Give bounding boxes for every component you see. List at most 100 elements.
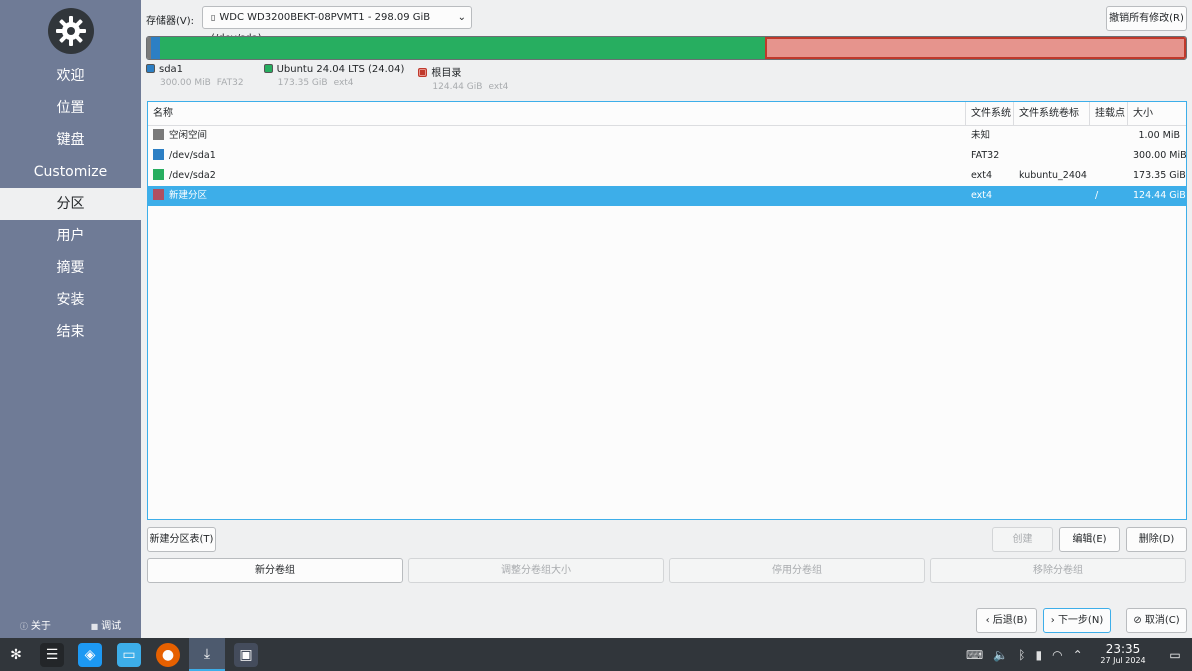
cell-fs: ext4 <box>971 170 993 181</box>
cell-mount <box>1090 126 1128 146</box>
cancel-icon: ⊘ <box>1133 615 1145 626</box>
back-button[interactable]: ‹ 后退(B) <box>976 608 1037 633</box>
header-name[interactable]: 名称 <box>148 102 966 125</box>
cell-name: /dev/sda1 <box>148 146 966 166</box>
cell-label <box>1014 186 1090 206</box>
legend-size: 300.00 MiB <box>160 78 211 88</box>
table-row[interactable]: 新建分区 ext4 / 124.44 GiB <box>148 186 1186 206</box>
legend-fs: FAT32 <box>216 78 244 88</box>
cell-label: kubuntu_2404 <box>1019 170 1087 181</box>
cell-name: /dev/sda2 <box>148 166 966 186</box>
debug-button[interactable]: ■ 调试 <box>91 617 122 632</box>
sidebar-item-8[interactable]: 结束 <box>0 316 141 348</box>
header-fs[interactable]: 文件系统 <box>966 102 1014 125</box>
clock[interactable]: 23:35 27 Jul 2024 <box>1095 642 1151 666</box>
cell-size: 300.00 MiB <box>1133 150 1186 161</box>
storage-device-select[interactable]: ▯WDC WD3200BEKT-08PVMT1 - 298.09 GiB (/d… <box>202 6 472 44</box>
debug-icon: ■ <box>90 622 99 631</box>
sidebar-item-2[interactable]: 键盘 <box>0 124 141 156</box>
file-manager-icon[interactable]: ▭ <box>117 643 141 667</box>
cell-mount <box>1090 166 1128 186</box>
sidebar-item-7[interactable]: 安装 <box>0 284 141 316</box>
sidebar-item-1[interactable]: 位置 <box>0 92 141 124</box>
table-row[interactable]: 空闲空间 未知 1.00 MiB <box>148 126 1186 146</box>
legend-size: 173.35 GiB <box>277 78 328 88</box>
partition-color-swatch <box>153 149 164 160</box>
deactivate-volume-group-button[interactable]: 停用分卷组 <box>669 558 925 583</box>
remove-volume-group-button[interactable]: 移除分卷组 <box>930 558 1186 583</box>
about-button[interactable]: ⓘ 关于 <box>20 617 51 632</box>
sidebar-nav: 欢迎 位置 键盘 Customize 分区 用户 摘要 安装 结束 <box>0 60 141 348</box>
legend-item: sda1 300.00 MiB FAT32 <box>146 64 250 92</box>
partition-segment <box>151 37 161 59</box>
system-settings-icon[interactable]: ☰ <box>40 643 64 667</box>
header-label[interactable]: 文件系统卷标 <box>1014 102 1090 125</box>
partition-segment <box>765 37 1186 59</box>
table-row[interactable]: /dev/sda2 ext4 kubuntu_2404 173.35 GiB <box>148 166 1186 186</box>
create-button[interactable]: 创建 <box>992 527 1053 552</box>
partition-color-swatch <box>153 129 164 140</box>
cell-fs: FAT32 <box>971 150 1000 161</box>
partition-legend: sda1 300.00 MiB FAT32 Ubuntu 24.04 LTS (24.… <box>146 64 528 92</box>
storage-label: 存储器(V): <box>146 16 195 27</box>
legend-fs: ext4 <box>333 78 354 88</box>
battery-icon[interactable]: ▮ <box>1035 648 1042 662</box>
show-desktop-icon[interactable]: ▭ <box>1163 643 1187 667</box>
calamares-logo-icon <box>48 8 94 54</box>
legend-name: Ubuntu 24.04 LTS (24.04) <box>276 64 405 75</box>
cell-fs: 未知 <box>971 130 991 141</box>
screen-recorder-icon[interactable]: ▣ <box>234 643 258 667</box>
sidebar-item-0[interactable]: 欢迎 <box>0 60 141 92</box>
partition-bar <box>146 36 1187 60</box>
info-icon: ⓘ <box>19 622 28 631</box>
partition-page: 存储器(V): ▯ WDC WD3200BEKT-08PVMT1 - 298.09… <box>141 0 1192 638</box>
cell-size: 173.35 GiB <box>1133 170 1186 181</box>
app-launcher-icon[interactable]: ✻ <box>4 643 28 667</box>
legend-item: 根目录 124.44 GiB ext4 <box>418 64 514 92</box>
table-row[interactable]: /dev/sda1 FAT32 300.00 MiB <box>148 146 1186 166</box>
sidebar-item-3[interactable]: Customize <box>0 156 141 188</box>
chevron-down-icon: ⌄ <box>457 12 466 23</box>
next-button[interactable]: › 下一步(N) <box>1043 608 1111 633</box>
disk-icon: ▯ <box>211 13 216 22</box>
installer-task-icon[interactable]: ⤓ <box>189 638 225 671</box>
sidebar-item-5[interactable]: 用户 <box>0 220 141 252</box>
volume-icon[interactable]: 🔈 <box>993 648 1008 662</box>
new-partition-table-button[interactable]: 新建分区表(T) <box>147 527 216 552</box>
partition-segment <box>160 37 766 59</box>
cell-label <box>1014 126 1090 146</box>
cell-size: 1.00 MiB <box>1138 130 1180 141</box>
chevron-right-icon: › <box>1050 615 1058 626</box>
header-mount[interactable]: 挂载点 <box>1090 102 1128 125</box>
revert-all-button[interactable]: 撤销所有修改(R) <box>1106 6 1187 31</box>
legend-swatch <box>146 64 155 73</box>
edit-button[interactable]: 编辑(E) <box>1059 527 1120 552</box>
table-body: 空闲空间 未知 1.00 MiB/dev/sda1 FAT32 300.00 MiB/d… <box>148 126 1186 206</box>
sidebar-item-4[interactable]: 分区 <box>0 188 141 220</box>
cell-fs: ext4 <box>971 190 993 201</box>
bluetooth-icon[interactable]: ᛒ <box>1018 648 1025 662</box>
table-header: 名称 文件系统 文件系统卷标 挂载点 大小 <box>148 102 1186 126</box>
legend-item: Ubuntu 24.04 LTS (24.04) 173.35 GiB ext4 <box>263 64 405 92</box>
header-size[interactable]: 大小 <box>1128 102 1186 125</box>
legend-size: 124.44 GiB <box>432 82 483 92</box>
sidebar: 欢迎 位置 键盘 Customize 分区 用户 摘要 安装 结束 ⓘ 关于 ■ 调试 <box>0 0 141 638</box>
system-tray: ⌨ 🔈 ᛒ ▮ ◠ ⌃ <box>966 638 1083 671</box>
cell-size: 124.44 GiB <box>1133 190 1186 201</box>
discover-store-icon[interactable]: ◈ <box>78 643 102 667</box>
delete-button[interactable]: 删除(D) <box>1126 527 1187 552</box>
cancel-button[interactable]: ⊘ 取消(C) <box>1126 608 1187 633</box>
cell-name: 空闲空间 <box>148 126 966 146</box>
legend-fs: ext4 <box>488 82 509 92</box>
clock-date: 27 Jul 2024 <box>1100 656 1146 665</box>
chevron-up-icon[interactable]: ⌃ <box>1073 648 1083 662</box>
legend-name: 根目录 <box>431 68 462 79</box>
sidebar-item-6[interactable]: 摘要 <box>0 252 141 284</box>
keyboard-icon[interactable]: ⌨ <box>966 648 983 662</box>
resize-volume-group-button[interactable]: 调整分卷组大小 <box>408 558 664 583</box>
new-volume-group-button[interactable]: 新分卷组 <box>147 558 403 583</box>
firefox-icon[interactable]: ● <box>156 643 180 667</box>
chevron-left-icon: ‹ <box>985 615 993 626</box>
network-icon[interactable]: ◠ <box>1052 648 1062 662</box>
clock-time: 23:35 <box>1105 642 1141 656</box>
